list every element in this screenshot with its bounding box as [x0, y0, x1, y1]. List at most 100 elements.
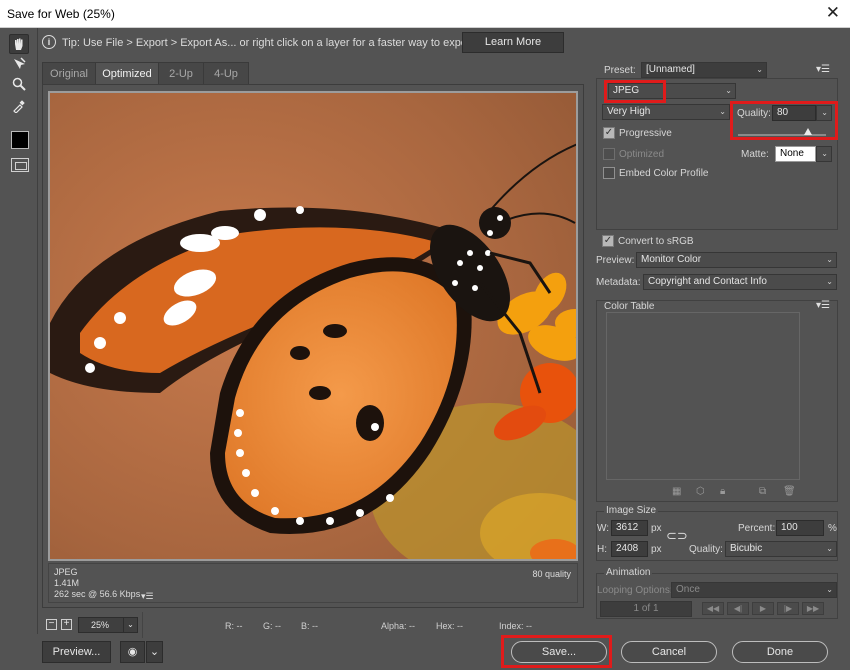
progressive-checkbox[interactable]: ✓ [603, 127, 615, 139]
output-file-size: 1.41M [54, 578, 80, 588]
zoom-level-select[interactable]: 25% ⌄ [78, 617, 138, 633]
previous-frame-icon: ◀| [727, 602, 749, 615]
metadata-select[interactable]: Copyright and Contact Info ⌄ [643, 274, 837, 290]
title-bar: Save for Web (25%) ✕ [0, 0, 850, 28]
quality-label: Quality: [737, 108, 771, 119]
play-icon: ▶ [752, 602, 774, 615]
learn-more-button[interactable]: Learn More [462, 32, 564, 53]
preview-label: Preview: [596, 255, 635, 266]
last-frame-icon: ▶▶ [802, 602, 824, 615]
color-table-title: Color Table [604, 301, 655, 312]
convert-srgb-checkbox[interactable]: ✓ [602, 235, 614, 247]
new-color-icon[interactable]: ⧉ [759, 486, 766, 497]
alpha-readout: Alpha: -- [381, 621, 416, 631]
resample-quality-label: Quality: [689, 544, 723, 555]
zoom-icon[interactable] [9, 74, 29, 94]
lock-color-icon[interactable]: 🔒︎ [720, 486, 725, 497]
resample-quality-value: Bicubic [730, 543, 763, 554]
chevron-down-icon: ⌄ [123, 618, 137, 632]
info-icon: i [42, 35, 56, 49]
looping-select: Once ⌄ [671, 582, 837, 598]
height-label: H: [597, 544, 607, 555]
status-bar: − + 25% ⌄ R: -- G: -- B: -- Alpha: -- He… [42, 612, 584, 638]
frame-counter-value: 1 of 1 [633, 603, 659, 614]
tip-text: Tip: Use File > Export > Export As... or… [62, 37, 509, 49]
compression-value: Very High [607, 106, 651, 117]
matte-menu[interactable]: ⌄ [816, 146, 832, 162]
color-table-area[interactable] [606, 312, 800, 480]
zoom-level-value: 25% [91, 620, 110, 630]
optimized-image-preview[interactable] [48, 91, 578, 561]
optimized-checkbox [603, 148, 615, 160]
matte-label: Matte: [741, 149, 769, 160]
chevron-down-icon: ⌄ [756, 65, 763, 74]
tab-optimized[interactable]: Optimized [95, 62, 159, 84]
width-field[interactable]: 3612 [611, 520, 648, 536]
image-info: JPEG 1.41M 262 sec @ 56.6 Kbps ▾☰ 80 qua… [48, 563, 578, 603]
percent-unit: % [828, 523, 837, 534]
quality-slider-thumb[interactable] [804, 128, 813, 135]
index-readout: Index: -- [499, 621, 533, 631]
format-select[interactable]: JPEG ⌄ [608, 83, 736, 99]
embed-profile-checkbox[interactable] [603, 167, 615, 179]
chevron-down-icon: ⌄ [821, 149, 828, 158]
tab-original[interactable]: Original [42, 62, 96, 84]
preview-panel: JPEG 1.41M 262 sec @ 56.6 Kbps ▾☰ 80 qua… [42, 84, 584, 608]
metadata-value: Copyright and Contact Info [648, 276, 767, 287]
color-table-menu-icon[interactable]: ▾☰ [816, 300, 830, 311]
compression-select[interactable]: Very High ⌄ [602, 104, 730, 120]
trash-icon[interactable]: 🗑︎ [783, 486, 796, 497]
cancel-button[interactable]: Cancel [621, 641, 717, 663]
tip-bar: i Tip: Use File > Export > Export As... … [38, 30, 584, 56]
tab-4up[interactable]: 4-Up [203, 62, 249, 84]
preset-value: [Unnamed] [646, 64, 695, 75]
percent-field[interactable]: 100 [776, 520, 824, 536]
slice-select-icon[interactable] [9, 54, 29, 74]
chevron-down-icon: ⌄ [725, 86, 732, 95]
toggle-slices-icon[interactable] [11, 158, 29, 172]
matte-field[interactable]: None [775, 146, 816, 162]
zoom-out-button[interactable]: − [46, 619, 57, 630]
browser-select-button[interactable]: ◉ [120, 641, 145, 663]
embed-profile-label: Embed Color Profile [619, 168, 709, 179]
red-readout: R: -- [225, 621, 243, 631]
browser-menu-button[interactable]: ⌄ [146, 641, 163, 663]
link-dimensions-icon[interactable]: ⊂⊃ [666, 528, 688, 544]
preset-select[interactable]: [Unnamed] ⌄ [641, 62, 767, 78]
hand-icon[interactable] [9, 34, 29, 54]
chevron-down-icon: ⌄ [826, 277, 833, 286]
quality-slider[interactable] [738, 134, 826, 136]
quality-slider-toggle[interactable]: ⌄ [816, 105, 832, 121]
preview-color-select[interactable]: Monitor Color ⌄ [636, 252, 837, 268]
eyedropper-icon[interactable] [9, 96, 29, 116]
zoom-in-button[interactable]: + [61, 619, 72, 630]
save-button[interactable]: Save... [511, 641, 607, 663]
tab-2up[interactable]: 2-Up [158, 62, 204, 84]
chevron-down-icon: ⌄ [719, 107, 726, 116]
next-frame-icon: |▶ [777, 602, 799, 615]
height-field[interactable]: 2408 [611, 541, 648, 557]
chevron-down-icon: ⌄ [826, 585, 833, 594]
done-button[interactable]: Done [732, 641, 828, 663]
eyedropper-color-swatch[interactable] [11, 131, 29, 149]
image-size-title: Image Size [604, 505, 659, 516]
window-title: Save for Web (25%) [7, 7, 115, 21]
download-speed-menu-icon[interactable]: ▾☰ [141, 591, 154, 602]
map-transparency-icon[interactable]: ▦ [672, 486, 681, 497]
chevron-down-icon: ⌄ [821, 108, 828, 117]
tool-strip [0, 28, 38, 634]
quality-field[interactable]: 80 [772, 105, 816, 121]
optimized-label: Optimized [619, 149, 665, 160]
butterfly-photo [50, 93, 576, 559]
preview-button[interactable]: Preview... [42, 641, 111, 663]
blue-readout: B: -- [301, 621, 318, 631]
output-format: JPEG [54, 567, 78, 577]
green-readout: G: -- [263, 621, 281, 631]
resample-quality-select[interactable]: Bicubic ⌄ [725, 541, 837, 557]
close-icon[interactable]: ✕ [826, 3, 840, 23]
settings-menu-icon[interactable]: ▾☰ [816, 64, 830, 75]
download-time: 262 sec @ 56.6 Kbps [54, 589, 141, 599]
chevron-down-icon: ⌄ [149, 646, 160, 658]
preset-label: Preset: [604, 65, 636, 76]
web-shift-icon[interactable]: ⬡ [696, 486, 705, 497]
